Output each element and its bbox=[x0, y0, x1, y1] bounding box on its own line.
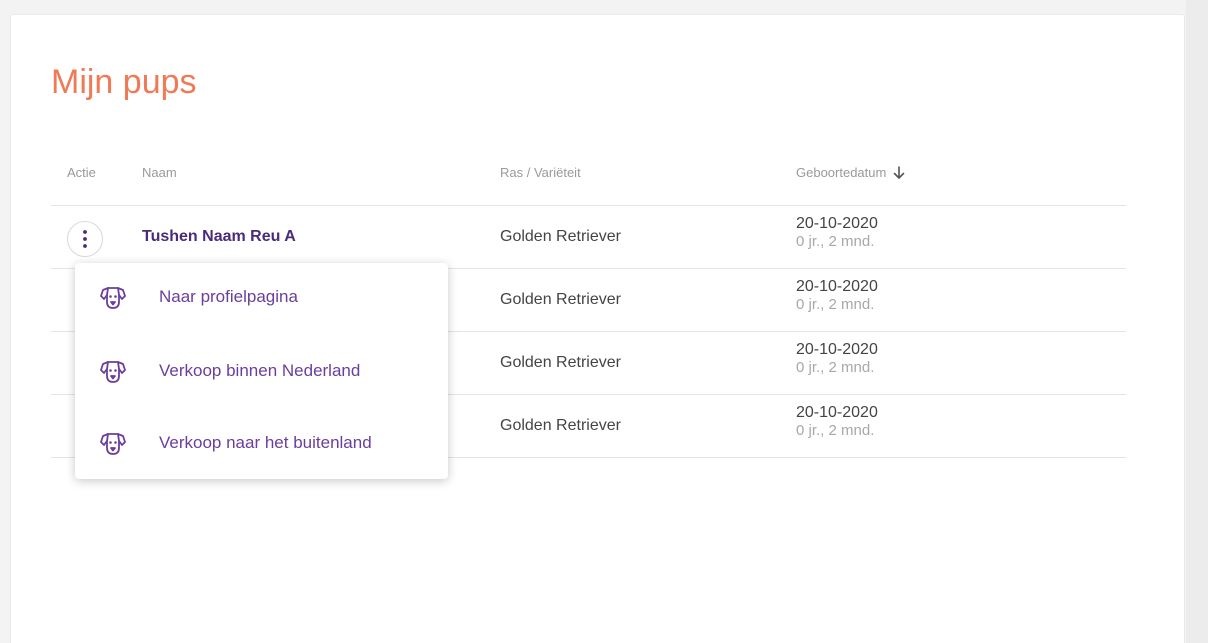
column-header-geboortedatum-label: Geboortedatum bbox=[796, 165, 887, 180]
column-header-actie: Actie bbox=[67, 165, 96, 180]
table-row: Tushen Naam Reu A Golden Retriever 20-10… bbox=[51, 206, 1126, 269]
dog-face-icon bbox=[100, 433, 126, 455]
pup-age: 0 jr., 2 mnd. bbox=[796, 233, 875, 250]
column-header-naam[interactable]: Naam bbox=[142, 165, 177, 180]
page: Mijn pups Actie Naam Ras / Variëteit Geb… bbox=[0, 0, 1208, 643]
menu-item-label: Verkoop naar het buitenland bbox=[159, 433, 372, 452]
pup-breed: Golden Retriever bbox=[500, 417, 621, 434]
pup-birth-date: 20-10-2020 bbox=[796, 215, 878, 232]
row-actions-menu: Naar profielpagina Verkoop binnen Nederl… bbox=[75, 263, 448, 479]
pup-breed: Golden Retriever bbox=[500, 291, 621, 308]
more-vertical-icon bbox=[83, 230, 87, 248]
menu-item-verkoop-nederland[interactable]: Verkoop binnen Nederland bbox=[75, 343, 448, 399]
menu-item-label: Naar profielpagina bbox=[159, 287, 298, 306]
menu-item-verkoop-buitenland[interactable]: Verkoop naar het buitenland bbox=[75, 415, 448, 471]
scroll-gutter bbox=[1186, 0, 1208, 643]
pup-birth-date: 20-10-2020 bbox=[796, 404, 878, 421]
pup-name-link[interactable]: Tushen Naam Reu A bbox=[142, 228, 296, 246]
table-header: Actie Naam Ras / Variëteit Geboortedatum bbox=[51, 145, 1126, 206]
page-title: Mijn pups bbox=[51, 63, 197, 101]
dog-face-icon bbox=[100, 287, 126, 309]
arrow-down-icon[interactable] bbox=[892, 165, 906, 180]
pup-age: 0 jr., 2 mnd. bbox=[796, 296, 875, 313]
column-header-ras[interactable]: Ras / Variëteit bbox=[500, 165, 581, 180]
dog-face-icon bbox=[100, 361, 126, 383]
pup-breed: Golden Retriever bbox=[500, 354, 621, 371]
menu-item-label: Verkoop binnen Nederland bbox=[159, 361, 361, 380]
menu-item-profielpagina[interactable]: Naar profielpagina bbox=[75, 269, 448, 325]
column-header-geboortedatum[interactable]: Geboortedatum bbox=[796, 165, 906, 180]
pup-age: 0 jr., 2 mnd. bbox=[796, 422, 875, 439]
pup-age: 0 jr., 2 mnd. bbox=[796, 359, 875, 376]
row-actions-button[interactable] bbox=[67, 221, 103, 257]
pup-breed: Golden Retriever bbox=[500, 228, 621, 245]
pup-birth-date: 20-10-2020 bbox=[796, 278, 878, 295]
pup-birth-date: 20-10-2020 bbox=[796, 341, 878, 358]
